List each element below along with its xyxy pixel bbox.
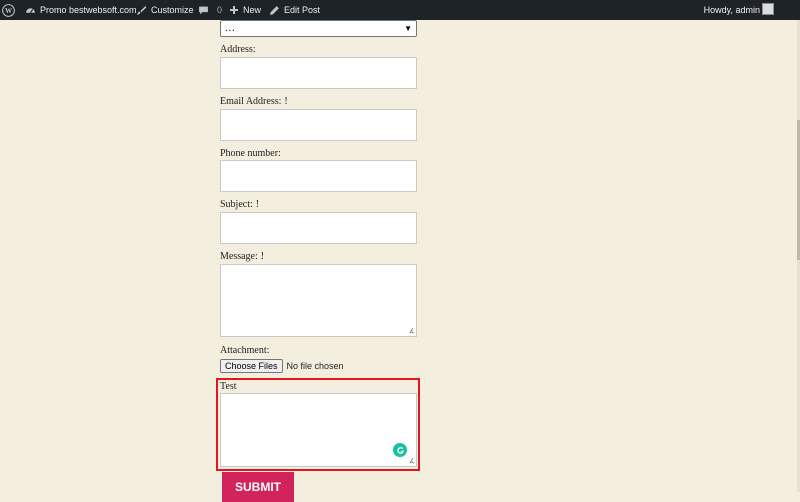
customize-link[interactable]: Customize [136, 0, 194, 20]
chevron-down-icon: ▼ [404, 24, 412, 33]
avatar[interactable] [762, 3, 774, 15]
file-input: Choose Files No file chosen [220, 359, 344, 373]
message-textarea[interactable]: ∡ [220, 264, 417, 337]
my-account-link[interactable]: Howdy, admin [704, 0, 760, 20]
site-name-link[interactable]: Promo bestwebsoft.com [25, 0, 137, 20]
admin-bar: W Promo bestwebsoft.com Customize 0 New … [0, 0, 800, 20]
site-name-label: Promo bestwebsoft.com [40, 5, 137, 15]
department-select[interactable]: … ▼ [220, 20, 417, 37]
pencil-icon [269, 5, 280, 16]
paintbrush-icon [136, 5, 147, 16]
plus-icon [229, 5, 239, 15]
edit-post-link[interactable]: Edit Post [269, 0, 320, 20]
edit-post-label: Edit Post [284, 5, 321, 15]
new-label: New [243, 5, 262, 15]
attachment-label: Attachment: [220, 345, 270, 356]
svg-text:W: W [5, 7, 13, 15]
required-marker: ! [284, 96, 288, 107]
file-status-text: No file chosen [286, 361, 344, 371]
wordpress-logo-icon[interactable]: W [2, 0, 16, 20]
choose-files-button[interactable]: Choose Files [220, 359, 283, 373]
email-field[interactable] [220, 109, 417, 141]
new-content-link[interactable]: New [229, 0, 261, 20]
address-field[interactable] [220, 57, 417, 89]
email-label: Email Address:! [220, 96, 288, 107]
dashboard-icon [25, 5, 36, 16]
comments-link[interactable]: 0 [198, 0, 222, 20]
resize-handle-icon[interactable]: ∡ [409, 328, 415, 335]
howdy-label: Howdy, admin [703, 5, 760, 15]
subject-label: Subject:! [220, 199, 260, 210]
message-label: Message:! [220, 251, 265, 262]
highlight-box [216, 378, 420, 471]
submit-button[interactable]: SUBMIT [222, 472, 294, 502]
required-marker: ! [260, 251, 265, 262]
phone-field[interactable] [220, 160, 417, 192]
comment-bubble-icon [198, 5, 209, 16]
phone-label: Phone number: [220, 148, 281, 159]
subject-field[interactable] [220, 212, 417, 244]
select-value: … [225, 23, 235, 34]
required-marker: ! [255, 199, 260, 210]
comments-count: 0 [217, 5, 223, 15]
address-label: Address: [220, 44, 256, 55]
customize-label: Customize [151, 5, 194, 15]
